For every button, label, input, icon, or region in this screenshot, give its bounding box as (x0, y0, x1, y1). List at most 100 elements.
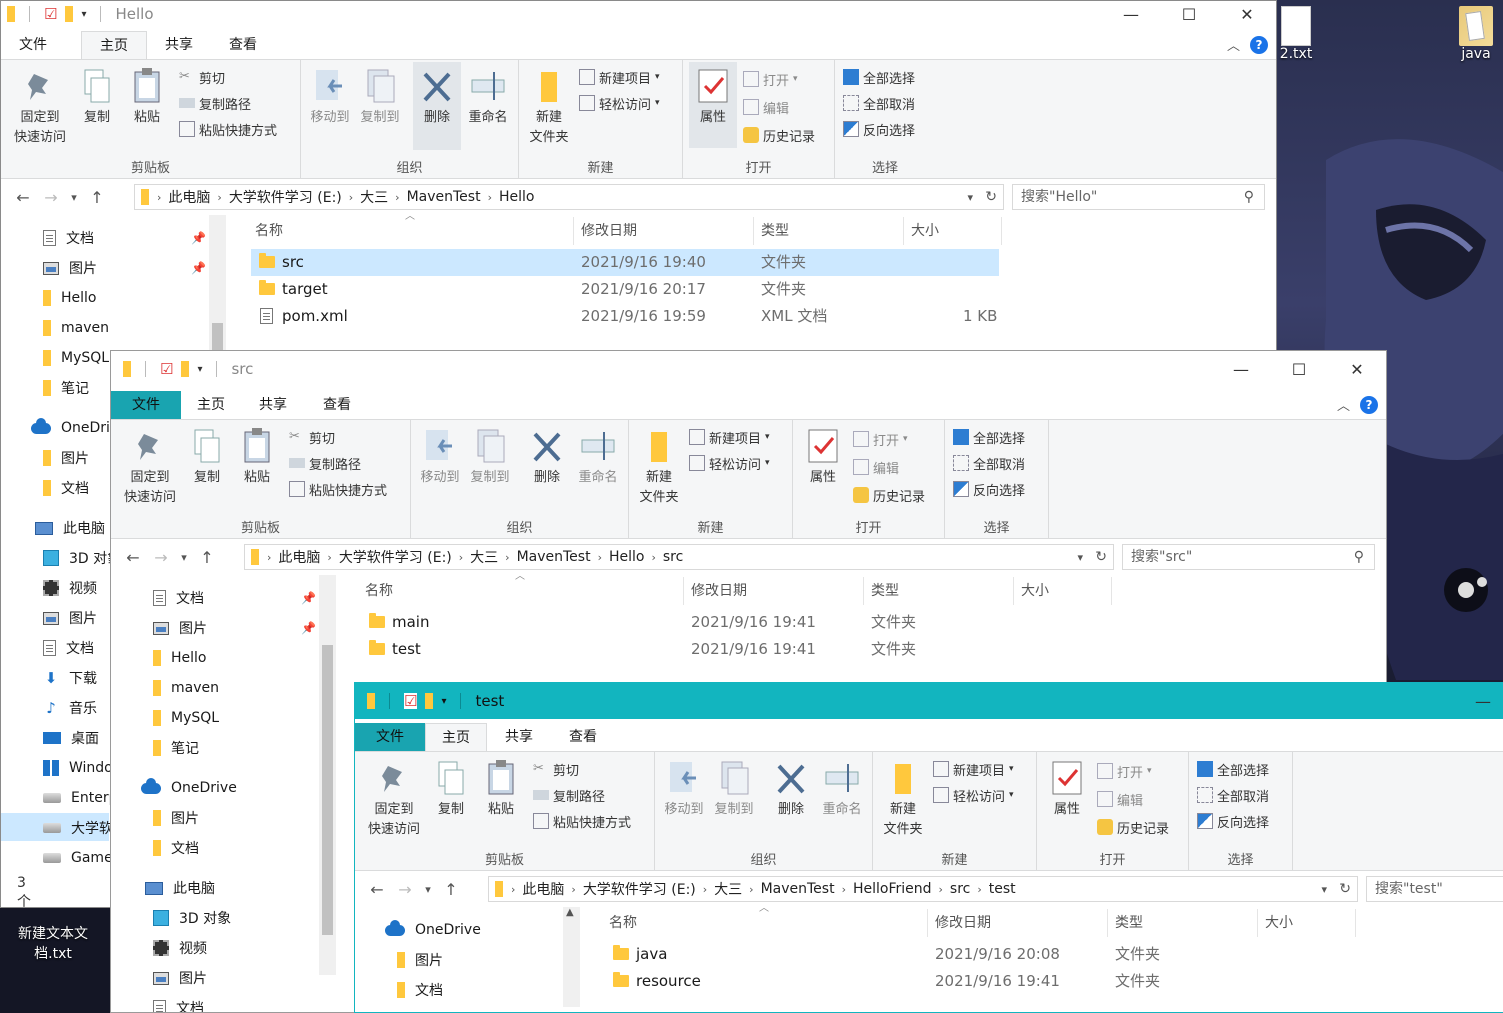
tab-view[interactable]: 查看 (211, 31, 275, 59)
back-arrow-icon[interactable]: ← (9, 188, 37, 207)
column-header-modified[interactable]: 修改日期 (935, 909, 991, 937)
paste-button[interactable]: 粘贴 (127, 68, 167, 128)
minimize-button[interactable]: — (1463, 683, 1503, 719)
rename-button[interactable]: 重命名 (817, 760, 867, 820)
copy-path-button[interactable]: 复制路径 (179, 92, 251, 114)
select-none-button[interactable]: 全部取消 (1197, 784, 1269, 806)
nav-item[interactable]: maven (153, 673, 219, 703)
path-dropdown-icon[interactable]: ▾ (967, 191, 973, 204)
history-button[interactable]: 历史记录 (743, 124, 815, 146)
recent-locations-icon[interactable]: ▾ (175, 551, 193, 564)
desktop-icon-new-textfile[interactable]: 新建文本文 档.txt (0, 924, 106, 964)
new-folder-qa-icon[interactable] (65, 6, 74, 22)
tab-file[interactable]: 文件 (111, 391, 181, 419)
tab-share[interactable]: 共享 (241, 391, 305, 419)
nav-item[interactable]: 图片 (153, 613, 207, 643)
select-none-button[interactable]: 全部取消 (843, 92, 915, 114)
collapse-ribbon-icon[interactable]: ︿ (1337, 395, 1350, 414)
nav-item[interactable]: ⬇ 下载 (43, 663, 97, 693)
cut-button[interactable]: ✂ 剪切 (289, 426, 335, 448)
invert-selection-button[interactable]: 反向选择 (953, 478, 1025, 500)
customize-qa-icon[interactable]: ▾ (441, 696, 446, 707)
path-segment[interactable]: Hello (609, 549, 645, 565)
paste-shortcut-button[interactable]: 粘贴快捷方式 (533, 810, 631, 832)
properties-qa-icon[interactable]: ☑ (404, 693, 418, 709)
delete-button[interactable]: 删除 (413, 62, 461, 150)
copy-button[interactable]: 复制 (431, 760, 471, 820)
nav-item[interactable]: 文档 (153, 993, 204, 1012)
up-arrow-icon[interactable]: ↑ (193, 548, 221, 567)
path-dropdown-icon[interactable]: ▾ (1077, 551, 1083, 564)
nav-item-onedrive[interactable]: OneDrive (141, 773, 237, 803)
new-item-button[interactable]: 新建项目 ▾ (933, 758, 1014, 780)
delete-button[interactable]: 删除 (523, 428, 571, 488)
edit-button[interactable]: 编辑 (1097, 788, 1143, 810)
nav-item[interactable]: 文档 (153, 583, 204, 613)
path-segment[interactable]: 此电脑 (278, 547, 320, 567)
tab-view[interactable]: 查看 (551, 723, 615, 751)
new-folder-button[interactable]: 新建 文件夹 (523, 68, 575, 148)
nav-item[interactable]: 文档 (153, 833, 199, 863)
path-segment[interactable]: test (989, 881, 1016, 897)
refresh-icon[interactable]: ↻ (1339, 881, 1351, 897)
tab-home[interactable]: 主页 (425, 723, 487, 751)
invert-selection-button[interactable]: 反向选择 (1197, 810, 1269, 832)
column-header-modified[interactable]: 修改日期 (581, 217, 637, 245)
nav-item-this-pc[interactable]: 此电脑 (145, 873, 215, 903)
column-header-type[interactable]: 类型 (871, 577, 899, 605)
address-path[interactable]: › 此电脑 › 大学软件学习 (E:) › 大三 › MavenTest › Hello… (488, 876, 1358, 902)
copy-path-button[interactable]: 复制路径 (533, 784, 605, 806)
minimize-button[interactable]: — (1212, 351, 1270, 387)
refresh-icon[interactable]: ↻ (1095, 549, 1107, 565)
nav-item[interactable]: ♪ 音乐 (43, 693, 97, 723)
close-button[interactable]: ✕ (1328, 351, 1386, 387)
desktop-icon-2txt[interactable]: 2.txt (1276, 6, 1316, 62)
path-segment[interactable]: 大三 (470, 547, 498, 567)
nav-item[interactable]: 图片 (153, 803, 199, 833)
new-item-button[interactable]: 新建项目 ▾ (579, 66, 660, 88)
column-header-size[interactable]: 大小 (1021, 577, 1049, 605)
refresh-icon[interactable]: ↻ (985, 189, 997, 205)
tab-home[interactable]: 主页 (81, 31, 147, 59)
select-all-button[interactable]: 全部选择 (953, 426, 1025, 448)
path-segment[interactable]: src (663, 549, 683, 565)
new-folder-qa-icon[interactable] (181, 361, 190, 377)
move-to-button[interactable]: 移动到 (415, 428, 465, 488)
copy-to-button[interactable]: 复制到 (465, 428, 515, 488)
column-header-size[interactable]: 大小 (911, 217, 939, 245)
nav-item[interactable]: 视频 (43, 573, 97, 603)
pin-quick-access-button[interactable]: 固定到 快速访问 (5, 68, 75, 148)
easy-access-button[interactable]: 轻松访问 ▾ (579, 92, 660, 114)
column-header-name[interactable]: 名称 (365, 577, 393, 605)
back-arrow-icon[interactable]: ← (363, 880, 391, 899)
easy-access-button[interactable]: 轻松访问 ▾ (689, 452, 770, 474)
maximize-button[interactable]: ☐ (1270, 351, 1328, 387)
paste-shortcut-button[interactable]: 粘贴快捷方式 (179, 118, 277, 140)
nav-item-this-pc[interactable]: 此电脑 (35, 513, 105, 543)
address-path[interactable]: › 此电脑 › 大学软件学习 (E:) › 大三 › MavenTest › Hello… (134, 184, 1004, 210)
open-button[interactable]: 打开 ▾ (743, 68, 798, 90)
tab-home[interactable]: 主页 (181, 391, 241, 419)
nav-item[interactable]: 笔记 (43, 373, 89, 403)
up-arrow-icon[interactable]: ↑ (437, 880, 465, 899)
open-button[interactable]: 打开 ▾ (1097, 760, 1152, 782)
file-row-java[interactable]: java 2021/9/16 20:08 文件夹 (605, 941, 1353, 968)
nav-item[interactable]: 图片 (43, 603, 97, 633)
customize-qa-icon[interactable]: ▾ (197, 364, 202, 375)
file-row-src[interactable]: src 2021/9/16 19:40 文件夹 (251, 249, 999, 276)
path-segment[interactable]: Hello (499, 189, 535, 205)
path-segment[interactable]: MavenTest (407, 189, 481, 205)
properties-button[interactable]: 属性 (1043, 760, 1091, 820)
properties-button[interactable]: 属性 (799, 428, 847, 488)
column-header-type[interactable]: 类型 (761, 217, 789, 245)
file-row-test[interactable]: test 2021/9/16 19:41 文件夹 (361, 636, 1109, 663)
forward-arrow-icon[interactable]: → (37, 188, 65, 207)
recent-locations-icon[interactable]: ▾ (65, 191, 83, 204)
new-folder-button[interactable]: 新建 文件夹 (633, 428, 685, 508)
nav-item[interactable]: 文档 (43, 223, 94, 253)
path-segment[interactable]: 大学软件学习 (E:) (229, 187, 342, 207)
path-segment[interactable]: HelloFriend (853, 881, 932, 897)
file-row-resource[interactable]: resource 2021/9/16 19:41 文件夹 (605, 968, 1353, 995)
nav-item[interactable]: 图片 (43, 253, 97, 283)
nav-item[interactable]: 图片 (43, 443, 89, 473)
